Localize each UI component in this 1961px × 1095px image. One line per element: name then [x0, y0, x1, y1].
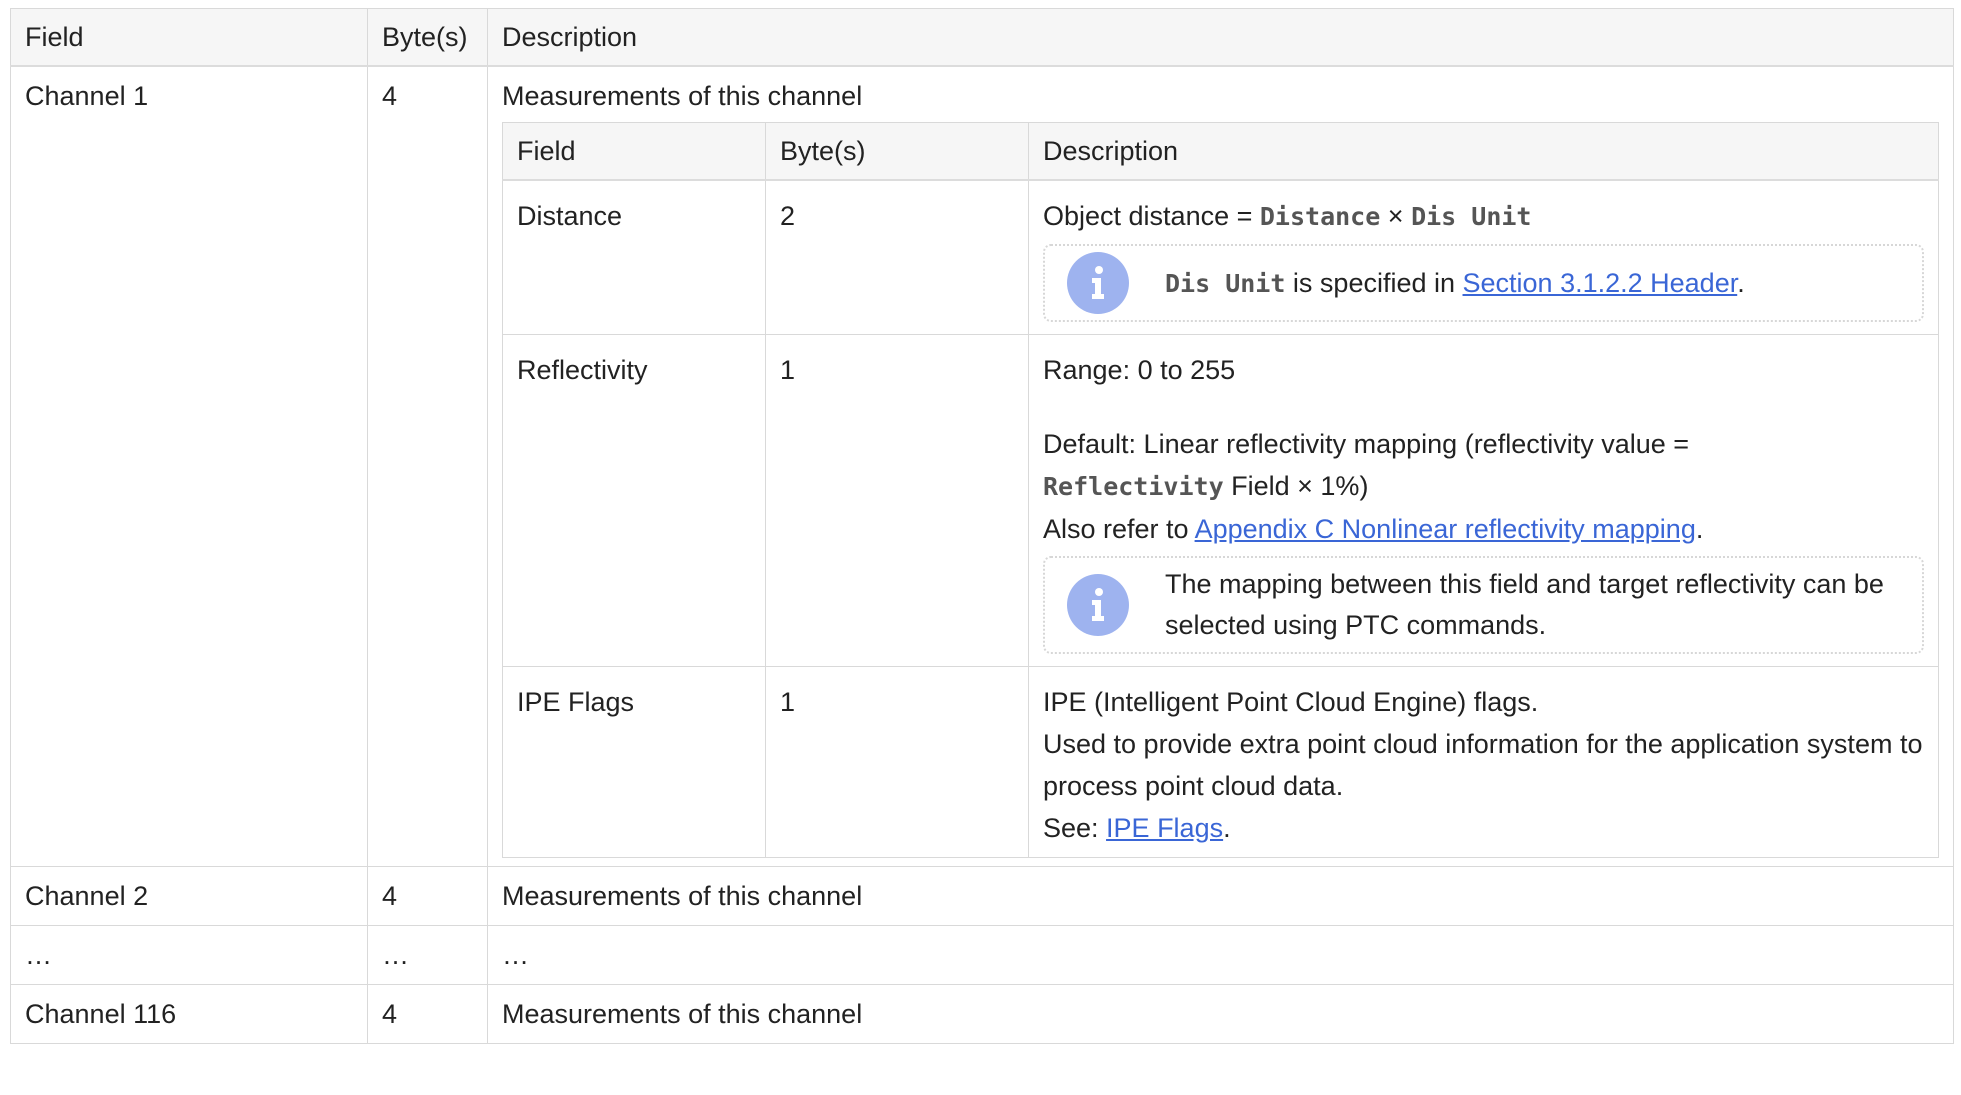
text: See: — [1043, 813, 1107, 843]
distance-formula: Object distance = Distance × Dis Unit — [1043, 195, 1924, 238]
info-icon — [1067, 574, 1129, 636]
times-symbol: × — [1380, 201, 1412, 231]
text: Also refer to — [1043, 514, 1195, 544]
cell-description: Measurements of this channel — [487, 866, 1954, 926]
table-row: Channel 116 4 Measurements of this chann… — [10, 984, 1954, 1044]
table-row: IPE Flags 1 IPE (Intelligent Point Cloud… — [502, 666, 1939, 858]
header-description: Description — [487, 8, 1954, 67]
inner-header-description: Description — [1028, 122, 1939, 181]
text: . — [1223, 813, 1231, 843]
ipe-flags-link[interactable]: IPE Flags — [1106, 813, 1223, 843]
cell-description: Object distance = Distance × Dis Unit Di… — [1028, 179, 1939, 335]
cell-field: Distance — [502, 179, 766, 335]
channel-subfields-table: Field Byte(s) Description Distance 2 Obj… — [502, 122, 1939, 858]
text: Default: Linear reflectivity mapping (re… — [1043, 429, 1690, 459]
inner-header-row: Field Byte(s) Description — [502, 122, 1939, 181]
cell-description: … — [487, 925, 1954, 985]
appendix-c-link[interactable]: Appendix C Nonlinear reflectivity mappin… — [1195, 514, 1696, 544]
cell-field: Channel 2 — [10, 866, 368, 926]
cell-description: Range: 0 to 255 Default: Linear reflecti… — [1028, 334, 1939, 667]
cell-field: Reflectivity — [502, 334, 766, 667]
cell-bytes: 4 — [367, 65, 488, 867]
header-field: Field — [10, 8, 368, 67]
cell-field: Channel 116 — [10, 984, 368, 1044]
text: . — [1695, 514, 1704, 544]
cell-bytes: 4 — [367, 984, 488, 1044]
channel-description: Measurements of this channel — [502, 81, 863, 111]
table-row: Channel 1 4 Measurements of this channel… — [10, 65, 1954, 867]
text: Field × 1%) — [1223, 471, 1369, 501]
inner-header-field: Field — [502, 122, 766, 181]
cell-bytes: 1 — [765, 666, 1029, 858]
document: Field Byte(s) Description Channel 1 4 Me… — [10, 8, 1954, 1044]
cell-bytes: 1 — [765, 334, 1029, 667]
note-text: The mapping between this field and targe… — [1165, 569, 1884, 640]
table-row: Channel 2 4 Measurements of this channel — [10, 866, 1954, 926]
header-bytes: Byte(s) — [367, 8, 488, 67]
cell-field: … — [10, 925, 368, 985]
code-dis-unit: Dis Unit — [1165, 268, 1286, 298]
info-note: Dis Unit is specified in Section 3.1.2.2… — [1043, 244, 1924, 322]
range-text: Range: 0 to 255 — [1043, 355, 1236, 385]
table-row: Reflectivity 1 Range: 0 to 255 Default: … — [502, 334, 1939, 667]
cell-description: IPE (Intelligent Point Cloud Engine) fla… — [1028, 666, 1939, 858]
cell-bytes: 4 — [367, 866, 488, 926]
cell-description: Measurements of this channel — [487, 984, 1954, 1044]
info-note: The mapping between this field and targe… — [1043, 556, 1924, 654]
cell-field: IPE Flags — [502, 666, 766, 858]
code-dis-unit: Dis Unit — [1411, 202, 1532, 231]
cell-description: Measurements of this channel Field Byte(… — [487, 65, 1954, 867]
cell-field: Channel 1 — [10, 65, 368, 867]
info-icon — [1067, 252, 1129, 314]
text: . — [1737, 267, 1745, 298]
cell-bytes: … — [367, 925, 488, 985]
default-mapping-text: Default: Linear reflectivity mapping (re… — [1043, 423, 1924, 550]
text: is specified in — [1285, 267, 1463, 298]
outer-header-row: Field Byte(s) Description — [10, 8, 1954, 67]
channel-table: Field Byte(s) Description Channel 1 4 Me… — [10, 8, 1954, 1044]
table-row: … … … — [10, 925, 1954, 985]
section-header-link[interactable]: Section 3.1.2.2 Header — [1463, 268, 1738, 298]
ipe-line-2: Used to provide extra point cloud inform… — [1043, 729, 1923, 801]
code-reflectivity: Reflectivity — [1043, 472, 1224, 501]
ipe-see: See: IPE Flags. — [1043, 807, 1924, 849]
table-row: Distance 2 Object distance = Distance × … — [502, 179, 1939, 335]
text: Object distance = — [1043, 201, 1260, 231]
ipe-line-1: IPE (Intelligent Point Cloud Engine) fla… — [1043, 687, 1539, 717]
note-text: Dis Unit is specified in Section 3.1.2.2… — [1165, 263, 1755, 304]
cell-bytes: 2 — [765, 179, 1029, 335]
inner-header-bytes: Byte(s) — [765, 122, 1029, 181]
code-distance: Distance — [1259, 202, 1381, 231]
